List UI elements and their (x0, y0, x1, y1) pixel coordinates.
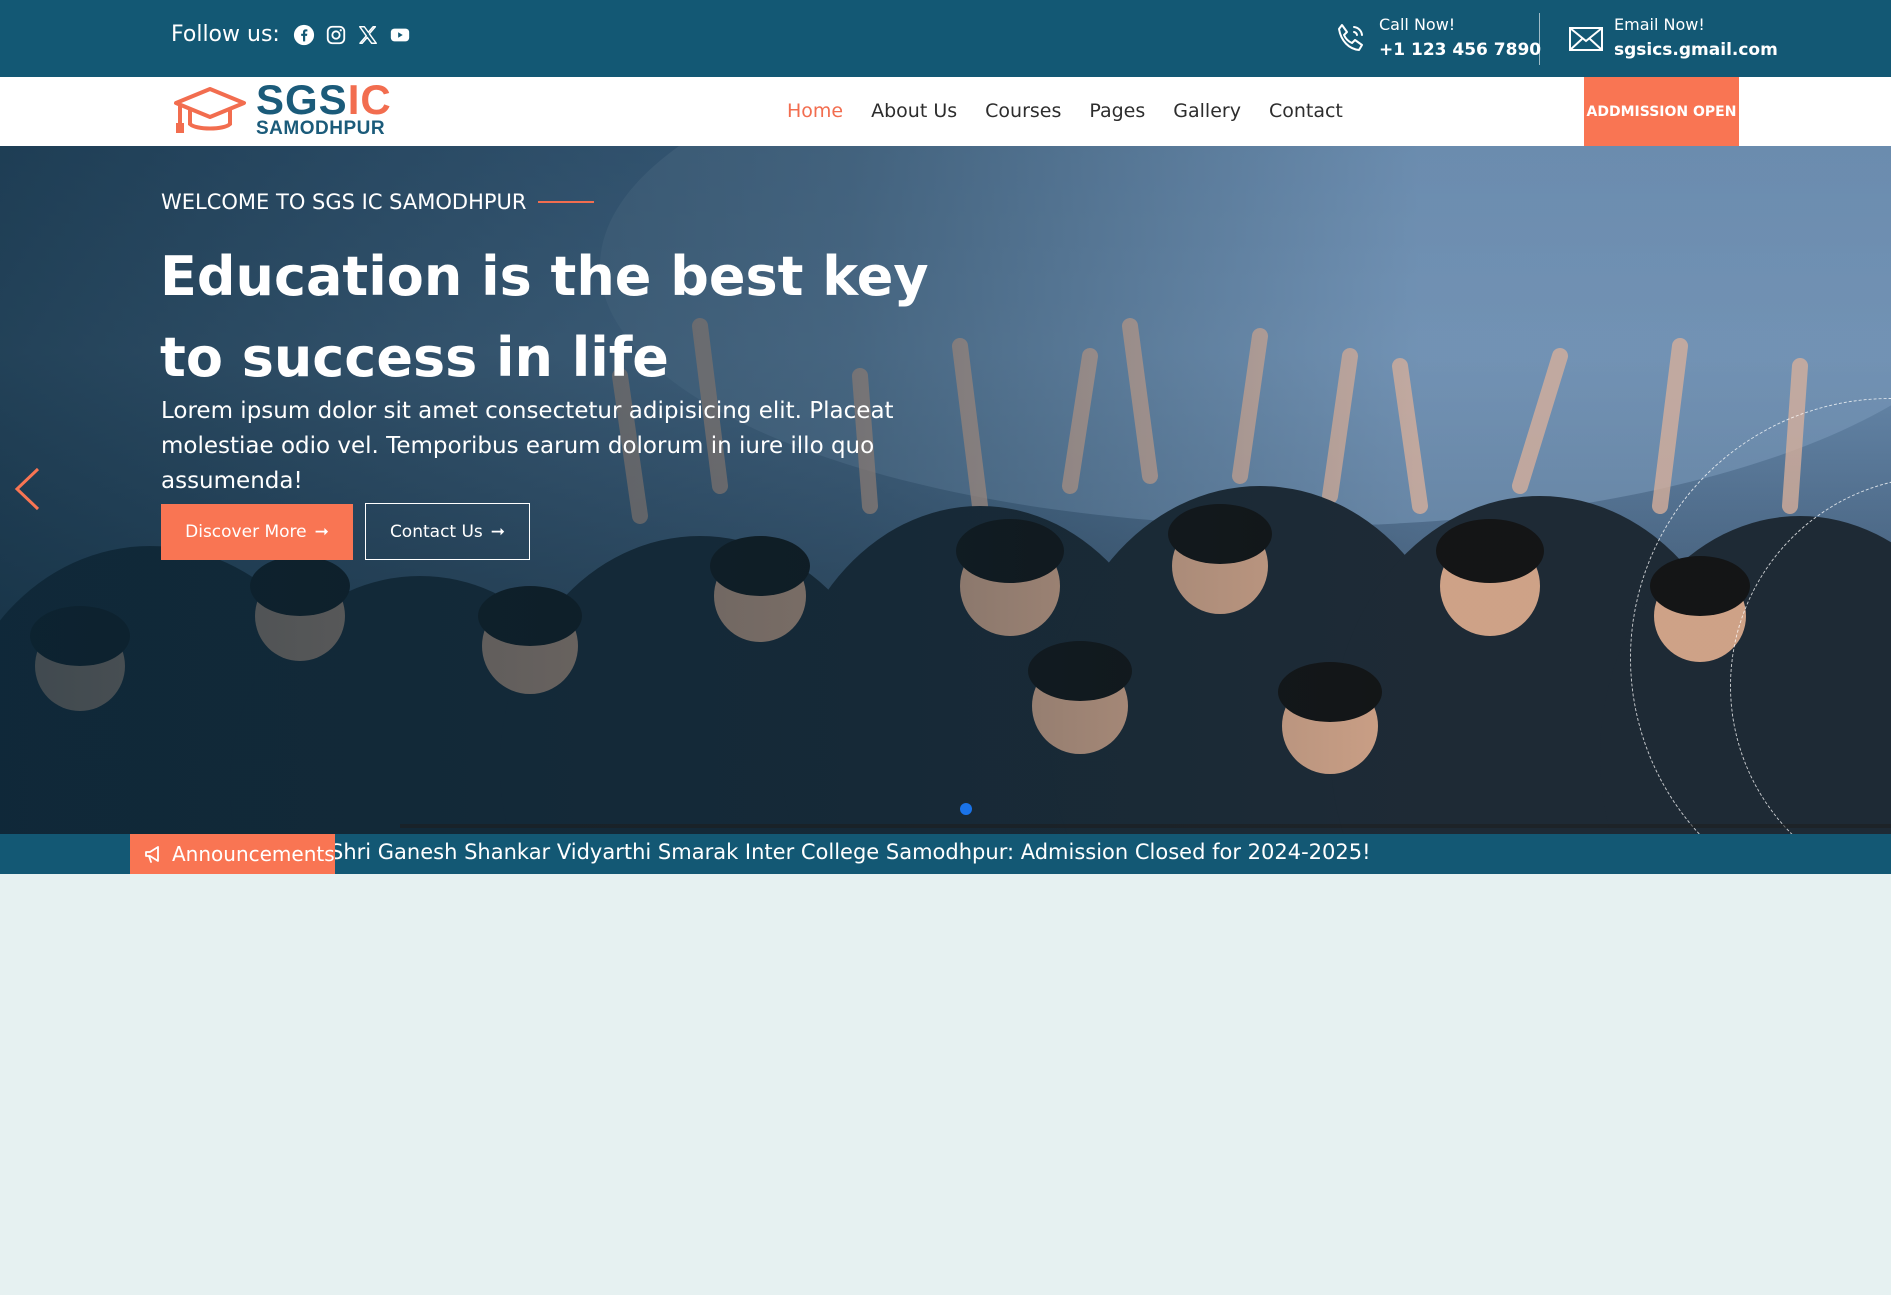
nav-gallery[interactable]: Gallery (1173, 100, 1241, 122)
hero-description: Lorem ipsum dolor sit amet consectetur a… (161, 398, 894, 494)
arrow-right-icon: ➞ (314, 522, 329, 542)
nav-home[interactable]: Home (787, 100, 843, 122)
slider-prev-arrow-icon[interactable] (12, 466, 42, 512)
logo-text-sgs: SGS (256, 76, 348, 123)
announcement-bar: Shri Ganesh Shankar Vidyarthi Smarak Int… (0, 834, 1891, 874)
youtube-icon[interactable] (388, 23, 412, 47)
admission-open-button[interactable]: ADDMISSION OPEN (1584, 77, 1739, 146)
hero-eyebrow: WELCOME TO SGS IC SAMODHPUR (161, 190, 595, 214)
nav-courses[interactable]: Courses (985, 100, 1061, 122)
contact-us-label: Contact Us (389, 521, 483, 542)
call-label: Call Now! (1379, 15, 1456, 34)
graduation-cap-icon (174, 87, 246, 133)
follow-us-label: Follow us: (171, 22, 280, 47)
main-menu: Home About Us Courses Pages Gallery Cont… (787, 100, 1343, 122)
main-navbar: SGSIC SAMODHPUR Home About Us Courses Pa… (0, 77, 1891, 146)
logo-text-ic: IC (347, 76, 392, 123)
slider-progress-track (400, 824, 1891, 828)
logo-subtitle: SAMODHPUR (256, 118, 386, 139)
announcement-label: Announcements (130, 834, 335, 874)
slider-dot-active[interactable] (960, 803, 972, 815)
hero-eyebrow-text: WELCOME TO SGS IC SAMODHPUR (161, 190, 527, 214)
call-now[interactable]: Call Now! +1 123 456 7890 (1333, 14, 1541, 64)
email-now[interactable]: Email Now! sgsics.gmail.com (1568, 14, 1778, 64)
nav-about-us[interactable]: About Us (871, 100, 957, 122)
announcement-marquee-text: Shri Ganesh Shankar Vidyarthi Smarak Int… (330, 840, 1371, 864)
arrow-right-icon: ➞ (490, 521, 506, 542)
phone-number[interactable]: +1 123 456 7890 (1379, 36, 1541, 64)
nav-pages[interactable]: Pages (1089, 100, 1145, 122)
hero-slider: WELCOME TO SGS IC SAMODHPUR Education is… (0, 146, 1891, 834)
top-bar: Follow us: Call Now! +1 123 456 7890 Ema… (0, 0, 1891, 77)
email-address[interactable]: sgsics.gmail.com (1614, 36, 1778, 64)
phone-icon (1338, 24, 1363, 51)
x-twitter-icon[interactable] (356, 23, 380, 47)
contact-divider (1539, 13, 1540, 65)
discover-more-button[interactable]: Discover More ➞ (161, 504, 353, 560)
instagram-icon[interactable] (324, 23, 348, 47)
envelope-icon (1569, 27, 1603, 51)
site-logo[interactable]: SGSIC SAMODHPUR (172, 79, 392, 139)
facebook-icon[interactable] (292, 23, 316, 47)
eyebrow-underline (538, 201, 595, 203)
follow-us: Follow us: (171, 22, 412, 47)
contact-us-button[interactable]: Contact Us ➞ (365, 503, 530, 560)
nav-contact[interactable]: Contact (1269, 100, 1343, 122)
hero-headline: Education is the best key to success in … (160, 245, 929, 389)
announcement-label-text: Announcements (172, 842, 335, 866)
email-label: Email Now! (1614, 15, 1705, 34)
discover-more-label: Discover More (185, 522, 307, 542)
megaphone-icon (145, 846, 159, 863)
